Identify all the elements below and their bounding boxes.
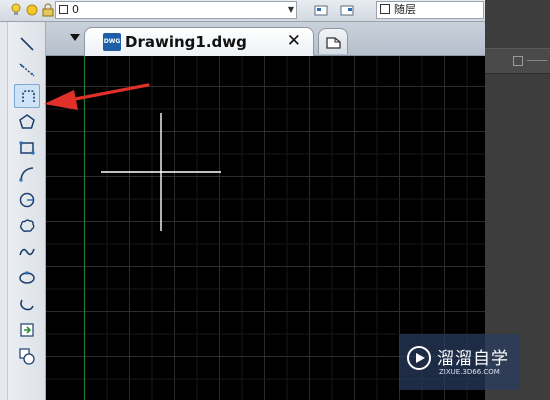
layer-dropdown[interactable]: 0 ▼ <box>55 1 297 19</box>
tab-title: Drawing1.dwg <box>125 33 247 51</box>
layer-states-icon[interactable] <box>339 2 355 18</box>
circle-tool-icon <box>19 192 35 208</box>
arc-tool-icon <box>19 167 34 182</box>
new-drawing-icon <box>326 37 341 49</box>
revision-cloud-tool-button[interactable] <box>14 214 40 238</box>
color-dropdown[interactable]: 随层 <box>376 1 484 19</box>
construction-line-tool-icon <box>19 63 35 77</box>
ellipse-arc-tool-icon <box>20 299 34 311</box>
spline-tool-icon <box>19 248 35 256</box>
divider <box>527 60 547 61</box>
rectangle-tool-button[interactable] <box>14 136 40 160</box>
construction-line-tool-button[interactable] <box>14 58 40 82</box>
layout-icon[interactable] <box>513 56 523 66</box>
tab-menu-arrow-icon[interactable] <box>70 34 80 41</box>
circle-tool-button[interactable] <box>14 188 40 212</box>
line-tool-button[interactable] <box>14 32 40 56</box>
tab-close-button[interactable]: ✕ <box>287 31 301 51</box>
watermark: 溜溜自学 ZIXUE.3D66.COM <box>399 334 520 390</box>
properties-toolbar: 0 ▼ 随层 <box>0 0 485 22</box>
sun-icon[interactable] <box>24 2 40 18</box>
make-block-tool-button[interactable] <box>14 344 40 368</box>
color-dropdown-value: 随层 <box>394 3 416 16</box>
chevron-down-icon[interactable]: ▼ <box>288 2 294 18</box>
insert-block-tool-button[interactable] <box>14 318 40 342</box>
new-tab-button[interactable] <box>318 28 348 54</box>
dwg-file-icon: DWG <box>103 33 121 51</box>
revision-cloud-tool-icon <box>19 219 35 233</box>
make-block-tool-icon <box>19 348 35 365</box>
layer-previous-icon[interactable] <box>313 2 329 18</box>
ellipse-tool-icon <box>19 271 35 284</box>
polygon-tool-button[interactable] <box>14 110 40 134</box>
lock-icon[interactable] <box>40 2 56 18</box>
polyline-tool-icon <box>22 90 35 102</box>
insert-block-tool-icon <box>20 323 34 337</box>
draw-toolbar <box>0 22 46 400</box>
polyline-tool-button[interactable] <box>14 84 40 108</box>
color-swatch-icon <box>380 4 390 14</box>
spline-tool-button[interactable] <box>14 240 40 264</box>
arc-tool-button[interactable] <box>14 162 40 186</box>
rectangle-tool-icon <box>19 141 35 155</box>
layer-dropdown-value: 0 <box>72 3 79 16</box>
line-tool-icon <box>20 37 34 51</box>
bulb-icon[interactable] <box>8 2 24 18</box>
polygon-tool-icon <box>19 114 35 129</box>
play-logo-icon <box>407 346 431 370</box>
tab-drawing1[interactable]: DWG Drawing1.dwg ✕ <box>84 27 314 56</box>
watermark-url: ZIXUE.3D66.COM <box>439 368 500 376</box>
color-swatch-icon <box>59 5 68 14</box>
ellipse-arc-tool-button[interactable] <box>14 292 40 316</box>
ellipse-tool-button[interactable] <box>14 266 40 290</box>
watermark-title: 溜溜自学 <box>437 349 509 369</box>
right-toolbar-strip <box>485 48 550 74</box>
toolbar-grip[interactable] <box>0 22 8 400</box>
document-tab-bar: DWG Drawing1.dwg ✕ <box>46 22 485 56</box>
